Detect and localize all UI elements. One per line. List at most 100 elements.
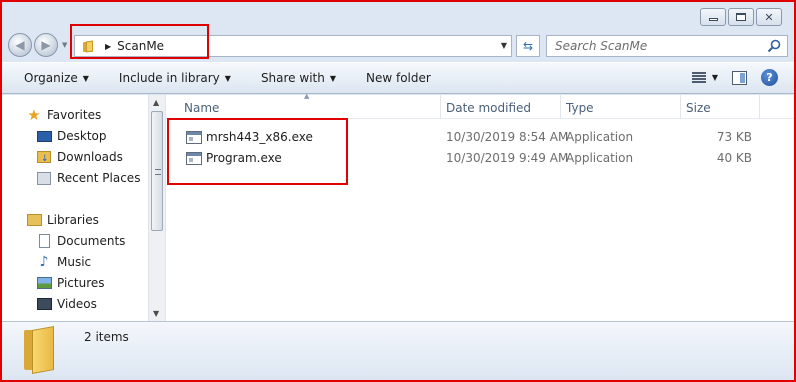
caption-buttons: ✕ — [700, 8, 782, 26]
maximize-icon — [736, 13, 746, 21]
chevron-down-icon: ▼ — [224, 73, 231, 83]
preview-pane-icon[interactable] — [732, 70, 747, 85]
search-input[interactable]: Search ScanMe — [546, 35, 788, 57]
nav-item-pictures[interactable]: Pictures — [36, 276, 105, 290]
nav-item-music[interactable]: ♪ Music — [36, 254, 92, 270]
nav-libraries-header[interactable]: Libraries — [26, 213, 99, 227]
address-row: ◀ ▶ ▼ ▶ ScanMe ▼ ⇆ Search ScanMe — [2, 30, 794, 62]
column-divider[interactable] — [440, 95, 441, 118]
item-count: 2 items — [84, 330, 129, 344]
file-type: Application — [566, 151, 634, 165]
videos-icon — [36, 297, 52, 311]
address-bar[interactable]: ▶ ScanMe ▼ — [74, 35, 512, 57]
file-date-modified: 10/30/2019 8:54 AM — [446, 130, 569, 144]
forward-arrow-icon: ▶ — [41, 38, 51, 52]
file-date-modified: 10/30/2019 9:49 AM — [446, 151, 569, 165]
nav-item-downloads[interactable]: ↓ Downloads — [36, 150, 123, 164]
column-divider[interactable] — [560, 95, 561, 118]
close-button[interactable]: ✕ — [756, 8, 782, 26]
new-folder-label: New folder — [366, 71, 431, 85]
nav-item-recent-places[interactable]: Recent Places — [36, 171, 140, 185]
search-icon[interactable] — [767, 39, 781, 53]
share-with-menu[interactable]: Share with ▼ — [253, 71, 344, 85]
chevron-down-icon: ▼ — [82, 73, 89, 83]
libraries-icon — [26, 213, 42, 227]
file-size: 73 KB — [716, 130, 752, 144]
maximize-button[interactable] — [728, 8, 754, 26]
column-name[interactable]: Name — [184, 101, 219, 115]
file-name: Program.exe — [206, 151, 282, 165]
file-size: 40 KB — [716, 151, 752, 165]
minimize-button[interactable] — [700, 8, 726, 26]
view-controls: ▼ ? — [691, 69, 778, 86]
back-arrow-icon: ◀ — [15, 38, 25, 52]
music-icon: ♪ — [39, 254, 49, 270]
nav-label: Libraries — [47, 213, 99, 227]
view-options-dropdown-icon[interactable]: ▼ — [712, 73, 718, 82]
new-folder-button[interactable]: New folder — [358, 71, 439, 85]
chevron-down-icon: ▼ — [329, 73, 336, 83]
downloads-icon: ↓ — [36, 150, 52, 164]
grip-icon — [155, 169, 161, 175]
nav-item-documents[interactable]: Documents — [36, 234, 125, 248]
recent-places-icon — [36, 171, 52, 185]
folder-icon — [24, 326, 60, 374]
nav-label: Downloads — [57, 150, 123, 164]
column-date-modified[interactable]: Date modified — [446, 101, 531, 115]
desktop-icon — [36, 129, 52, 143]
table-row[interactable]: Program.exe 10/30/2019 9:49 AM Applicati… — [166, 148, 794, 168]
breadcrumb-chevron-icon[interactable]: ▶ — [105, 42, 111, 51]
organize-label: Organize — [24, 71, 78, 85]
refresh-button[interactable]: ⇆ — [516, 35, 540, 57]
column-size[interactable]: Size — [686, 101, 711, 115]
file-list: ▲ Name Date modified Type Size mrsh443_x… — [166, 92, 794, 321]
nav-label: Music — [57, 255, 92, 269]
recent-pages-dropdown-icon[interactable]: ▼ — [62, 41, 67, 49]
table-row[interactable]: mrsh443_x86.exe 10/30/2019 8:54 AM Appli… — [166, 127, 794, 147]
back-button[interactable]: ◀ — [8, 33, 32, 57]
pictures-icon — [36, 276, 52, 290]
application-icon — [186, 131, 202, 144]
include-in-library-menu[interactable]: Include in library ▼ — [111, 71, 239, 85]
nav-item-videos[interactable]: Videos — [36, 297, 97, 311]
column-divider[interactable] — [759, 95, 760, 118]
nav-label: Favorites — [47, 108, 102, 122]
file-name: mrsh443_x86.exe — [206, 130, 313, 144]
star-icon: ★ — [27, 106, 41, 124]
command-bar: Organize ▼ Include in library ▼ Share wi… — [2, 62, 794, 94]
nav-item-desktop[interactable]: Desktop — [36, 129, 107, 143]
address-dropdown-icon[interactable]: ▼ — [501, 41, 507, 50]
organize-menu[interactable]: Organize ▼ — [16, 71, 97, 85]
file-type: Application — [566, 130, 634, 144]
minimize-icon — [708, 17, 718, 21]
scroll-up-icon[interactable]: ▲ — [153, 98, 159, 107]
breadcrumb-current-folder[interactable]: ScanMe — [117, 39, 164, 53]
scroll-down-icon[interactable]: ▼ — [153, 309, 159, 318]
refresh-icon: ⇆ — [522, 39, 534, 53]
documents-icon — [36, 234, 52, 248]
nav-label: Desktop — [57, 129, 107, 143]
change-view-icon[interactable] — [691, 71, 706, 84]
column-header-row: ▲ Name Date modified Type Size — [166, 92, 794, 119]
search-placeholder: Search ScanMe — [555, 39, 648, 53]
scrollbar-thumb[interactable] — [151, 111, 163, 231]
navigation-scrollbar[interactable]: ▲ ▼ — [148, 95, 165, 321]
close-icon: ✕ — [764, 10, 774, 24]
forward-button[interactable]: ▶ — [34, 33, 58, 57]
column-type[interactable]: Type — [566, 101, 594, 115]
nav-label: Videos — [57, 297, 97, 311]
column-divider[interactable] — [680, 95, 681, 118]
folder-icon — [83, 40, 97, 52]
details-pane: 2 items — [2, 321, 794, 380]
explorer-window: ✕ ◀ ▶ ▼ ▶ ScanMe ▼ ⇆ Search ScanMe Organ… — [2, 2, 794, 380]
help-icon[interactable]: ? — [761, 69, 778, 86]
nav-label: Recent Places — [57, 171, 141, 185]
nav-favorites-header[interactable]: ★ Favorites — [26, 106, 102, 124]
sort-ascending-icon: ▲ — [304, 92, 310, 100]
nav-label: Pictures — [57, 276, 105, 290]
include-in-library-label: Include in library — [118, 71, 220, 85]
nav-label: Documents — [57, 234, 126, 248]
share-with-label: Share with — [260, 71, 325, 85]
navigation-pane: ★ Favorites Desktop ↓ Downloads Recent P… — [2, 95, 148, 321]
application-icon — [186, 152, 202, 165]
